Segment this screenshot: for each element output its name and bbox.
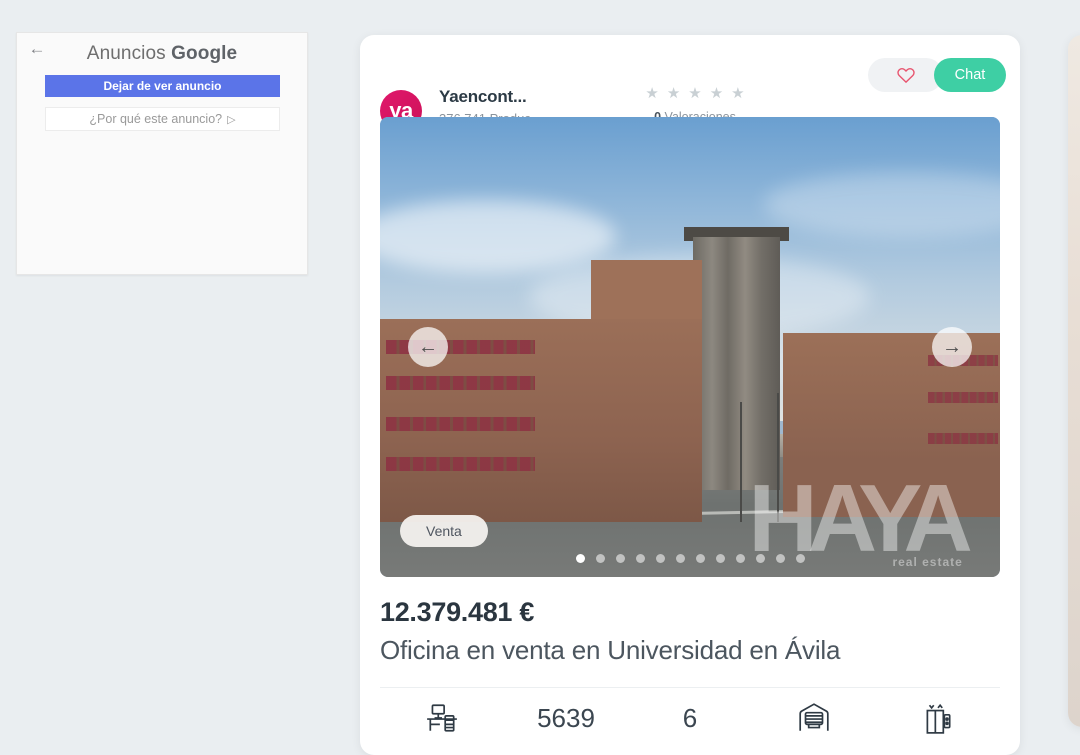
carousel-dot[interactable] xyxy=(655,554,665,563)
carousel-dot[interactable] xyxy=(755,554,765,563)
street-lamp-icon xyxy=(739,402,742,522)
window-row xyxy=(928,392,998,404)
chat-button[interactable]: Chat xyxy=(934,58,1006,92)
adchoices-icon: ▷ xyxy=(227,113,236,126)
listing-price: 12.379.481 € xyxy=(380,597,535,627)
brand-name[interactable]: Yaencont... xyxy=(439,87,542,107)
feature-elevator xyxy=(876,701,1000,735)
feature-office-desk xyxy=(380,701,504,735)
property-photo-carousel[interactable]: HAYA real estate ← → Venta xyxy=(380,117,1000,577)
carousel-dots[interactable] xyxy=(380,554,1000,563)
window-row xyxy=(386,416,535,431)
window-row xyxy=(386,376,535,391)
operation-type-badge[interactable]: Venta xyxy=(400,515,488,547)
carousel-dot[interactable] xyxy=(675,554,685,563)
star-rating[interactable]: ★ ★ ★ ★ ★ xyxy=(620,86,770,102)
listing-title[interactable]: Oficina en venta en Universidad en Ávila xyxy=(380,635,840,666)
why-this-ad-label: ¿Por qué este anuncio? xyxy=(89,112,223,126)
feature-surface: 5639 xyxy=(504,703,628,734)
window-row xyxy=(928,432,998,444)
ad-title-brand: Google xyxy=(171,43,238,64)
carousel-prev-button[interactable]: ← xyxy=(408,327,448,367)
arrow-left-icon: ← xyxy=(418,335,438,358)
garage-door-icon xyxy=(799,703,829,731)
feature-garage xyxy=(752,701,876,735)
building-tower xyxy=(693,236,780,490)
carousel-dot[interactable] xyxy=(795,554,805,563)
stop-seeing-ad-button[interactable]: Dejar de ver anuncio xyxy=(45,75,280,97)
carousel-next-button[interactable]: → xyxy=(932,327,972,367)
elevator-icon xyxy=(926,703,951,734)
office-desk-icon xyxy=(427,704,457,732)
features-bar: 5639 6 xyxy=(380,688,1000,748)
window-row xyxy=(386,457,535,472)
building-right-wing xyxy=(783,333,1000,518)
star-icon[interactable]: ★ xyxy=(667,86,680,102)
carousel-dot[interactable] xyxy=(635,554,645,563)
carousel-dot[interactable] xyxy=(735,554,745,563)
feature-rooms: 6 xyxy=(628,703,752,734)
ad-title-prefix: Anuncios xyxy=(86,43,166,64)
star-icon[interactable]: ★ xyxy=(688,86,701,102)
favorite-button[interactable] xyxy=(868,58,943,92)
surface-value: 5639 xyxy=(537,702,595,733)
carousel-dot[interactable] xyxy=(775,554,785,563)
star-icon[interactable]: ★ xyxy=(710,86,723,102)
rooms-value: 6 xyxy=(682,702,698,733)
carousel-dot[interactable] xyxy=(575,554,585,563)
carousel-dot[interactable] xyxy=(595,554,605,563)
carousel-dot[interactable] xyxy=(615,554,625,563)
google-ad-panel: ← Anuncios Google Dejar de ver anuncio ¿… xyxy=(16,32,308,275)
street-lamp-icon xyxy=(776,393,779,522)
next-listing-card-peek[interactable] xyxy=(1068,35,1080,727)
listing-card[interactable]: ya Yaencont... 376.741 Produc... ★ ★ ★ ★… xyxy=(360,35,1020,755)
star-icon[interactable]: ★ xyxy=(645,86,658,102)
arrow-right-icon: → xyxy=(942,335,962,358)
ad-panel-title: Anuncios Google xyxy=(17,43,307,65)
carousel-dot[interactable] xyxy=(695,554,705,563)
why-this-ad-button[interactable]: ¿Por qué este anuncio? ▷ xyxy=(45,107,280,131)
carousel-dot[interactable] xyxy=(715,554,725,563)
heart-icon xyxy=(896,67,915,84)
star-icon[interactable]: ★ xyxy=(731,86,744,102)
